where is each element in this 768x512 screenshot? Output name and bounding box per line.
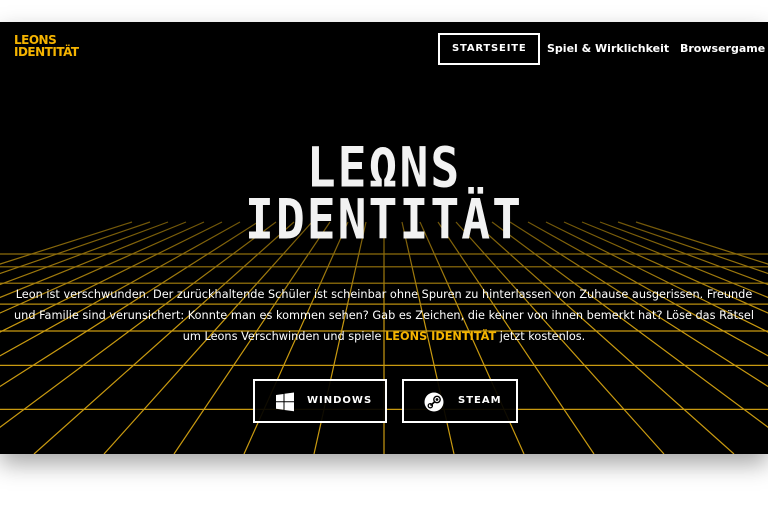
description-text-2: jetzt kostenlos. [496,330,586,343]
nav-spiel-wirklichkeit[interactable]: Spiel & Wirklichkeit [547,35,669,63]
description-highlight: LEONS IDENTITÄT [385,330,497,343]
windows-download-button[interactable]: WINDOWS [253,379,387,423]
hero-logo-line2: IDENTITÄT [244,187,524,253]
windows-icon [276,392,294,412]
steam-button-label: STEAM [458,395,502,406]
steam-download-button[interactable]: STEAM [402,379,518,423]
hero-description: Leon ist verschwunden. Der zurückhaltend… [14,284,754,347]
site-logo[interactable]: LEONS IDENTITÄT [14,34,79,58]
site-logo-line2: IDENTITÄT [14,45,79,59]
website-screenshot: LEONS IDENTITÄT STARTSEITE Spiel & Wirkl… [0,22,768,454]
nav-startseite[interactable]: STARTSEITE [438,33,541,65]
description-text-1: Leon ist verschwunden. Der zurückhaltend… [14,288,754,343]
windows-button-label: WINDOWS [307,395,373,406]
steam-icon [424,392,444,412]
nav-browsergame[interactable]: Browsergame [680,35,765,63]
